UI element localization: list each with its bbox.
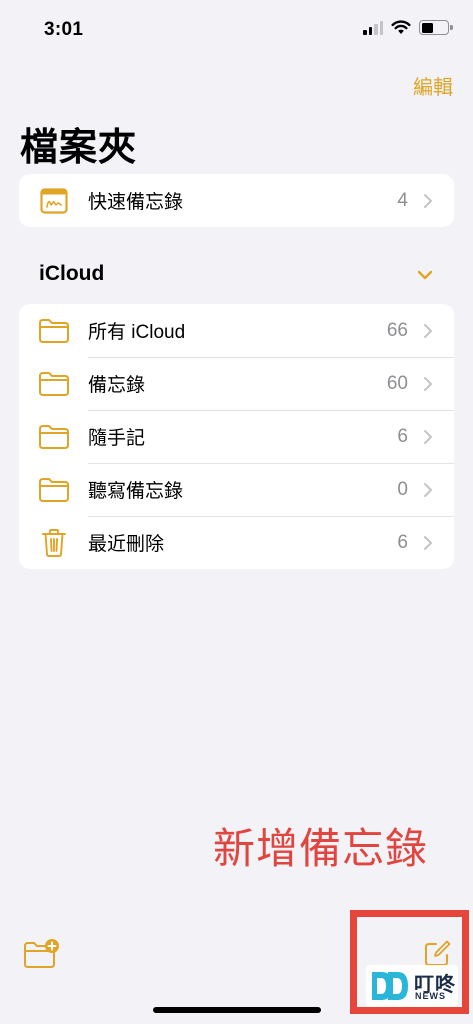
note-count: 6 (397, 531, 408, 553)
folder-row-jottings[interactable]: 隨手記 6 (19, 410, 454, 463)
home-indicator (153, 1007, 321, 1013)
folder-label: 聽寫備忘錄 (88, 481, 184, 502)
folder-label: 快速備忘錄 (88, 192, 184, 213)
battery-icon (419, 20, 453, 35)
folder-icon (38, 316, 70, 346)
note-count: 60 (386, 372, 408, 394)
compose-icon[interactable] (423, 940, 451, 968)
folder-label: 隨手記 (88, 428, 146, 449)
folder-row-recently-deleted[interactable]: 最近刪除 6 (19, 516, 454, 569)
chevron-right-icon (424, 482, 432, 497)
folder-icon (38, 422, 70, 452)
note-count: 0 (397, 478, 408, 500)
chevron-right-icon (424, 535, 432, 550)
annotation-label: 新增備忘錄 (213, 825, 429, 872)
edit-button[interactable]: 編輯 (413, 71, 453, 100)
chevron-down-icon[interactable] (416, 268, 434, 282)
wifi-icon (391, 20, 411, 34)
folder-row-quick-notes[interactable]: 快速備忘錄 4 (19, 174, 454, 227)
cellular-signal-icon (363, 20, 383, 35)
quick-note-icon (38, 186, 70, 216)
icloud-folders-card: 所有 iCloud 66 備忘錄 60 隨手記 6 聽寫備忘錄 0 最近刪除 6 (19, 304, 454, 569)
note-count: 6 (397, 425, 408, 447)
folder-row-all-icloud[interactable]: 所有 iCloud 66 (19, 304, 454, 357)
quick-notes-card: 快速備忘錄 4 (19, 174, 454, 227)
chevron-right-icon (424, 193, 432, 208)
page-title: 檔案夾 (20, 127, 138, 169)
trash-icon (38, 528, 70, 558)
folder-label: 最近刪除 (88, 534, 165, 555)
watermark-logo: 叮咚 NEWS (366, 965, 458, 1007)
chevron-right-icon (424, 323, 432, 338)
status-icons (363, 20, 453, 35)
folder-row-dictation[interactable]: 聽寫備忘錄 0 (19, 463, 454, 516)
watermark-subtext: NEWS (415, 991, 446, 1001)
folder-icon (38, 475, 70, 505)
chevron-right-icon (424, 376, 432, 391)
status-time: 3:01 (44, 19, 84, 40)
status-bar: 3:01 (0, 0, 473, 60)
section-header-icloud: iCloud (39, 262, 105, 285)
note-count: 4 (397, 189, 408, 211)
folder-row-notes[interactable]: 備忘錄 60 (19, 357, 454, 410)
folder-icon (38, 369, 70, 399)
new-folder-icon[interactable] (22, 938, 62, 970)
note-count: 66 (386, 319, 408, 341)
folder-label: 所有 iCloud (88, 322, 186, 343)
chevron-right-icon (424, 429, 432, 444)
folder-label: 備忘錄 (88, 375, 146, 396)
watermark-dd-icon (372, 972, 408, 1000)
